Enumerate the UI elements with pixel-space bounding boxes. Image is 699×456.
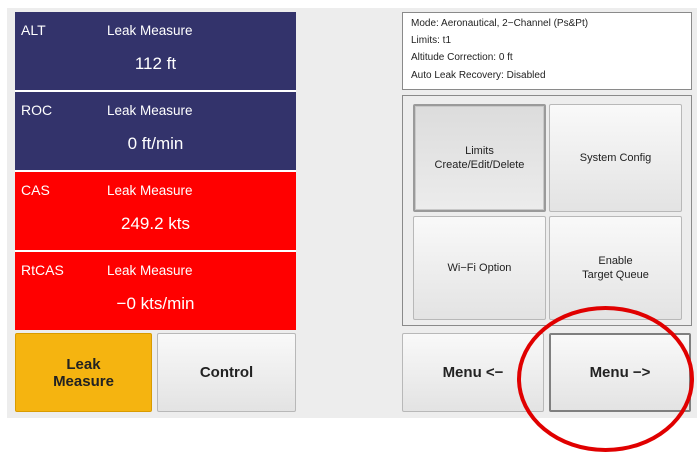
- leak-measure-label: Leak Measure: [53, 355, 114, 390]
- menu-prev-button[interactable]: Menu <−: [402, 333, 544, 412]
- panel-roc-mode: Leak Measure: [107, 103, 193, 118]
- menu-next-button[interactable]: Menu −>: [549, 333, 691, 412]
- status-info-box: Mode: Aeronautical, 2−Channel (Ps&Pt) Li…: [402, 12, 692, 90]
- panel-rtcas-value: −0 kts/min: [116, 294, 195, 313]
- info-limits: Limits: t1: [411, 35, 452, 46]
- panel-roc[interactable]: ROC Leak Measure 0 ft/min: [15, 92, 296, 170]
- control-button[interactable]: Control: [157, 333, 296, 412]
- system-config-button[interactable]: System Config: [549, 104, 682, 212]
- wifi-option-label: Wi−Fi Option: [447, 262, 512, 274]
- panel-cas-name: CAS: [21, 182, 50, 198]
- panel-rtcas-name: RtCAS: [21, 262, 64, 278]
- panel-alt-mode: Leak Measure: [107, 23, 193, 38]
- panel-alt-name: ALT: [21, 22, 46, 38]
- info-auto-leak-recovery: Auto Leak Recovery: Disabled: [411, 70, 546, 81]
- leak-measure-button[interactable]: Leak Measure: [15, 333, 152, 412]
- enable-target-queue-label: Enable Target Queue: [582, 255, 649, 281]
- enable-target-queue-button[interactable]: Enable Target Queue: [549, 216, 682, 320]
- panel-alt[interactable]: ALT Leak Measure 112 ft: [15, 12, 296, 90]
- panel-alt-value: 112 ft: [134, 54, 177, 73]
- panel-rtcas-mode: Leak Measure: [107, 263, 193, 278]
- system-config-label: System Config: [579, 152, 652, 164]
- limits-button[interactable]: Limits Create/Edit/Delete: [413, 104, 546, 212]
- limits-label: Limits Create/Edit/Delete: [434, 145, 525, 171]
- wifi-option-button[interactable]: Wi−Fi Option: [413, 216, 546, 320]
- menu-next-label: Menu −>: [589, 364, 651, 381]
- panel-rtcas[interactable]: RtCAS Leak Measure −0 kts/min: [15, 252, 296, 330]
- panel-roc-name: ROC: [21, 102, 53, 118]
- control-label: Control: [199, 364, 254, 381]
- panel-cas[interactable]: CAS Leak Measure 249.2 kts: [15, 172, 296, 250]
- info-altitude-correction: Altitude Correction: 0 ft: [411, 52, 513, 63]
- panel-cas-value: 249.2 kts: [121, 214, 190, 233]
- menu-prev-label: Menu <−: [442, 364, 504, 381]
- panel-roc-value: 0 ft/min: [127, 134, 184, 153]
- info-mode: Mode: Aeronautical, 2−Channel (Ps&Pt): [411, 18, 589, 29]
- panel-cas-mode: Leak Measure: [107, 183, 193, 198]
